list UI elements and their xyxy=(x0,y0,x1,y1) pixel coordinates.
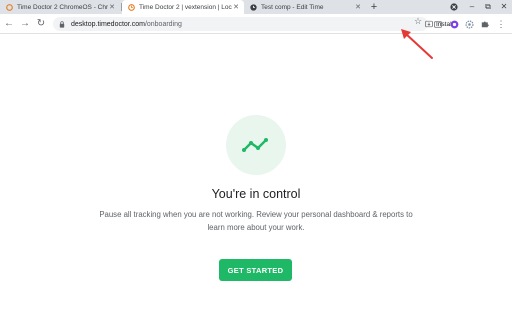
close-tab-icon[interactable]: ✕ xyxy=(232,3,240,11)
url-domain: desktop.timedoctor.com xyxy=(71,20,145,28)
forward-button[interactable]: → xyxy=(18,17,32,31)
page-title: You're in control xyxy=(211,187,301,201)
tab-title: Test comp - Edit Time xyxy=(261,3,324,11)
get-started-button[interactable]: GET STARTED xyxy=(219,259,292,281)
tab-time-doctor-chromeos[interactable]: Time Doctor 2 ChromeOS - Chro ✕ xyxy=(0,0,120,14)
clock-icon xyxy=(250,3,257,11)
url-text: desktop.timedoctor.com/onboarding xyxy=(71,21,182,28)
tab-time-doctor-vextension[interactable]: Time Doctor 2 | vextension | Loc ✕ xyxy=(122,0,244,14)
tab-title: Time Doctor 2 ChromeOS - Chro xyxy=(17,3,108,11)
close-window-button[interactable]: ✕ xyxy=(498,0,510,14)
tab-title: Time Doctor 2 | vextension | Loc xyxy=(139,3,232,11)
time-doctor-icon xyxy=(128,3,135,11)
new-tab-button[interactable]: + xyxy=(368,0,380,14)
activity-trend-icon xyxy=(242,138,268,152)
extensions-puzzle-icon[interactable] xyxy=(480,19,490,29)
reload-button[interactable]: ↻ xyxy=(34,17,48,31)
tab-test-comp[interactable]: Test comp - Edit Time ✕ xyxy=(244,0,366,14)
close-tab-icon[interactable]: ✕ xyxy=(108,3,116,11)
activity-logo xyxy=(226,115,286,175)
profile-icon[interactable] xyxy=(448,0,460,14)
back-button[interactable]: ← xyxy=(2,17,16,31)
maximize-button[interactable]: ⧉ xyxy=(482,0,494,14)
url-path: /onboarding xyxy=(144,20,182,28)
bookmark-star-icon[interactable]: ☆ xyxy=(412,14,424,28)
extension-purple-icon[interactable] xyxy=(449,19,459,29)
lock-icon[interactable] xyxy=(58,20,66,28)
onboarding-page: You're in control Pause all tracking whe… xyxy=(0,35,512,312)
install-icon xyxy=(425,20,433,28)
annotation-arrow-icon xyxy=(401,29,433,59)
menu-kebab-icon[interactable]: ⋮ xyxy=(496,19,506,29)
minimize-button[interactable]: – xyxy=(466,0,478,14)
page-description: Pause all tracking when you are not work… xyxy=(99,210,413,232)
address-bar[interactable]: desktop.timedoctor.com/onboarding Instal… xyxy=(53,17,453,31)
extension-gear-icon[interactable] xyxy=(464,19,474,29)
close-tab-icon[interactable]: ✕ xyxy=(354,3,362,11)
time-doctor-icon xyxy=(6,3,13,11)
tab-strip: Time Doctor 2 ChromeOS - Chro ✕ Time Doc… xyxy=(0,0,512,14)
